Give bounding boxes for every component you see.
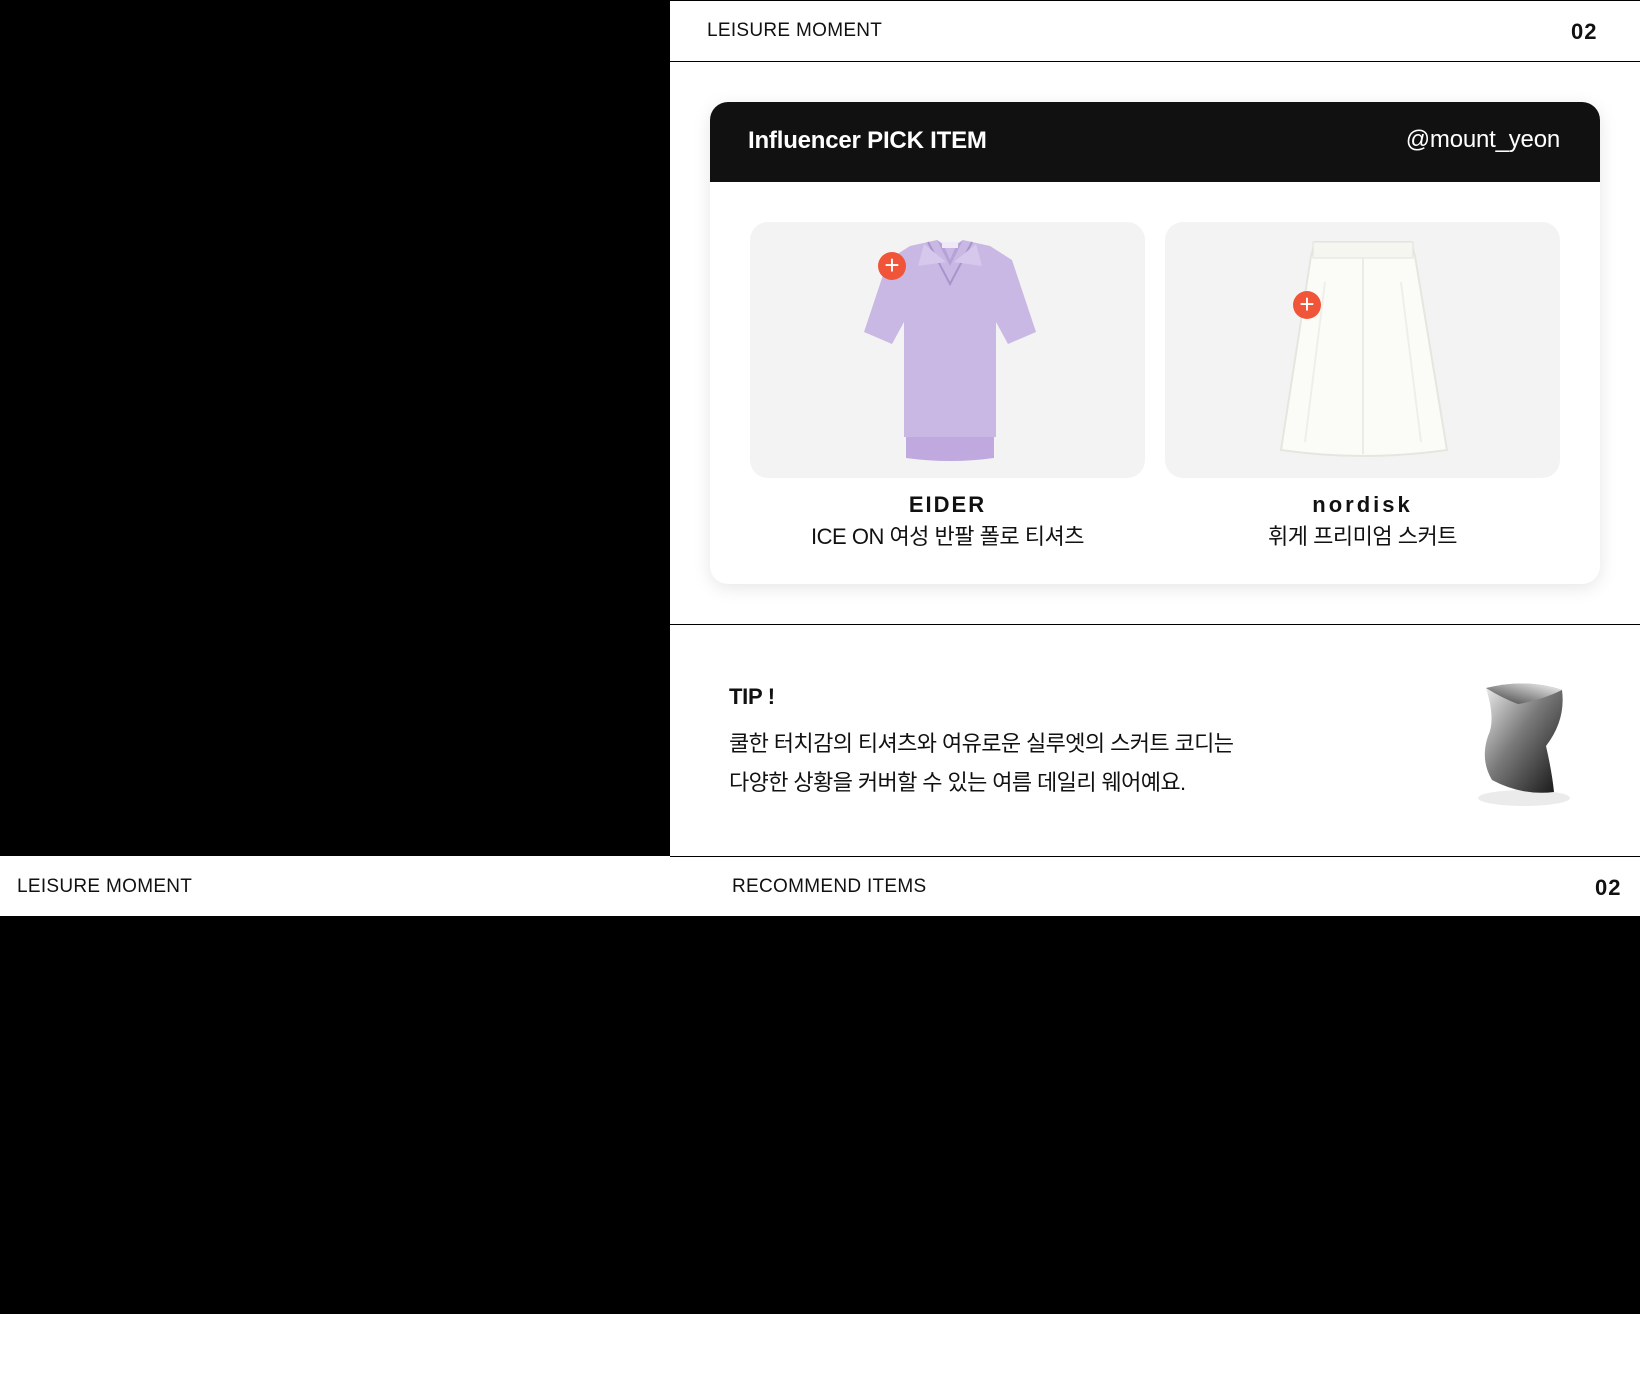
white-skirt-image (1279, 241, 1449, 457)
product-card-polo[interactable]: + (750, 222, 1145, 478)
purple-polo-shirt-image (864, 240, 1036, 461)
top-header-divider (670, 61, 1640, 62)
tip-section-divider (670, 856, 1640, 857)
card-section-divider (670, 624, 1640, 625)
product-card-skirt[interactable]: + (1165, 222, 1560, 478)
tip-line-1: 쿨한 터치감의 티셔츠와 여유로운 실루엣의 스커트 코디는 (729, 731, 1234, 756)
top-header-title: LEISURE MOMENT (707, 20, 883, 41)
3d-shape-decoration (1478, 683, 1570, 806)
left-black-panel (0, 0, 670, 856)
tip-line-2: 다양한 상황을 커버할 수 있는 여름 데일리 웨어예요. (729, 770, 1186, 795)
product-name-skirt[interactable]: 휘게 프리미엄 스커트 (1165, 519, 1560, 551)
bottom-black-panel (0, 916, 1640, 1314)
card-title: Influencer PICK ITEM (748, 127, 987, 154)
card-header: Influencer PICK ITEM @mount_yeon (710, 102, 1600, 182)
influencer-pick-card: Influencer PICK ITEM @mount_yeon + EIDER… (710, 102, 1600, 584)
top-header-number: 02 (1571, 19, 1598, 44)
add-item-plus-icon[interactable]: + (1293, 291, 1321, 319)
influencer-handle[interactable]: @mount_yeon (1406, 126, 1560, 154)
product-brand-eider: EIDER (908, 492, 987, 517)
product-name-polo[interactable]: ICE ON 여성 반팔 폴로 티셔츠 (750, 519, 1145, 551)
bottom-header-center: RECOMMEND ITEMS (732, 876, 927, 897)
bottom-header-left: LEISURE MOMENT (17, 876, 193, 897)
product-brand-nordisk: nordisk (1312, 492, 1413, 517)
add-item-plus-icon[interactable]: + (878, 252, 906, 280)
tip-label: TIP ! (729, 684, 775, 709)
bottom-header-number: 02 (1595, 875, 1622, 900)
